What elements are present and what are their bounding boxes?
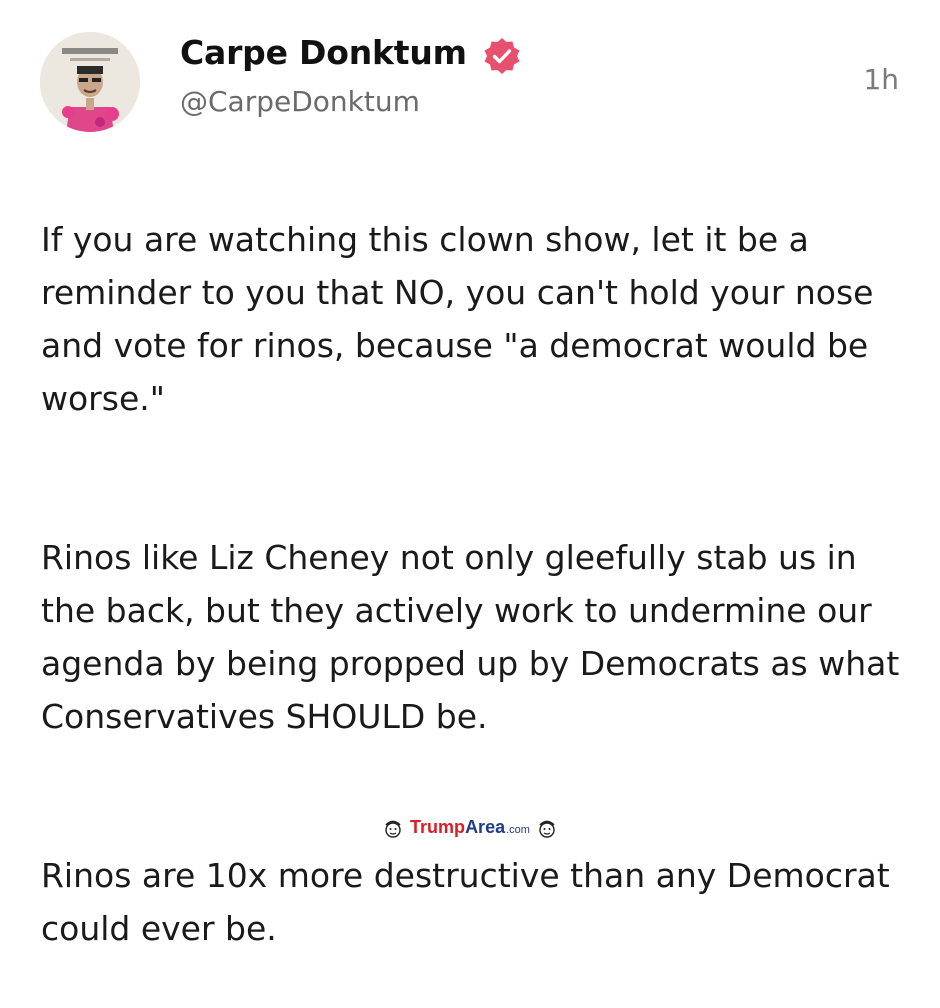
watermark-trump: Trump [410, 817, 466, 837]
verified-badge-icon [482, 36, 522, 76]
user-handle[interactable]: @CarpeDonktum [180, 85, 420, 118]
post-body: If you are watching this clown show, let… [41, 160, 911, 1008]
cartoon-face-icon [385, 820, 401, 838]
post-card: Carpe Donktum @CarpeDonktum 1h If you ar… [0, 0, 940, 948]
caricature-avatar-icon [40, 32, 140, 132]
post-paragraph-2: Rinos like Liz Cheney not only gleefully… [41, 538, 900, 736]
avatar[interactable] [40, 32, 140, 132]
post-timestamp[interactable]: 1h [863, 63, 899, 96]
post-paragraph-3: Rinos are 10x more destructive than any … [41, 856, 890, 948]
watermark-com: .com [506, 824, 530, 836]
watermark-text: Trump Area .com [410, 817, 530, 838]
display-name[interactable]: Carpe Donktum [180, 33, 467, 72]
post-paragraph-1: If you are watching this clown show, let… [41, 220, 874, 418]
cartoon-face-icon [539, 820, 555, 838]
watermark: Trump Area .com [0, 815, 940, 840]
watermark-area: Area [465, 817, 506, 837]
